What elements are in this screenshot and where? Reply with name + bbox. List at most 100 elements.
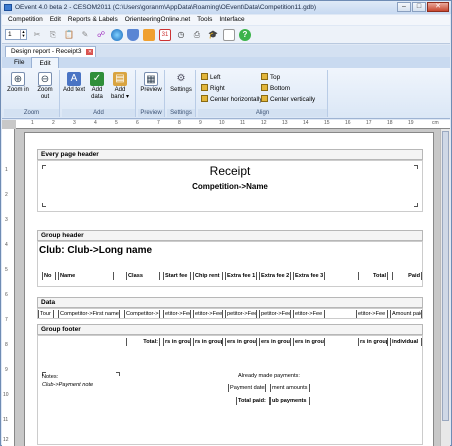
payment-amounts-field[interactable]: ment amounts — [270, 384, 310, 392]
scissors-icon[interactable]: ✂ — [31, 29, 43, 41]
zoom-out-button[interactable]: ⊖ Zoom out — [34, 72, 56, 101]
footer-total-label[interactable]: Total: — [126, 338, 160, 346]
club-name-field[interactable]: Club: Club->Long name — [39, 245, 152, 256]
add-band-button[interactable]: ▤ Add band ▾ — [109, 72, 131, 101]
menu-tools[interactable]: Tools — [197, 15, 212, 25]
col-extra-fee-3[interactable]: Extra fee 3 — [293, 272, 325, 280]
ribbon-tab-file[interactable]: File — [7, 57, 31, 68]
add-data-button[interactable]: ✓ Add data — [86, 72, 108, 101]
align-center-v-button[interactable]: Center vertically — [261, 95, 315, 104]
receipt-title[interactable]: Receipt — [38, 164, 422, 178]
band-every-page-header[interactable]: Every page header — [37, 149, 423, 160]
vertical-scrollbar[interactable] — [440, 129, 450, 446]
footer-sum-individual[interactable]: individual — [390, 338, 422, 346]
main-toolbar: 1 ▲ ▼ ✂ ⎘ 📋 ✎ ☍ 31 ◷ ⎙ 🎓 ? — [2, 26, 450, 44]
calendar-icon[interactable]: 31 — [159, 28, 171, 41]
payment-dates-field[interactable]: Payment dates — [228, 384, 266, 392]
menu-interface[interactable]: Interface — [219, 15, 244, 25]
col-paid[interactable]: Paid — [392, 272, 422, 280]
total-paid-label[interactable]: Total paid: — [236, 397, 270, 405]
data-field-amount-paid[interactable]: Amount paid — [390, 310, 422, 318]
col-extra-fee-1[interactable]: Extra fee 1 — [225, 272, 257, 280]
edit-icon[interactable]: ✎ — [79, 29, 91, 41]
help-icon[interactable]: ? — [239, 28, 251, 41]
col-name[interactable]: Name — [58, 272, 114, 280]
add-text-button[interactable]: A Add text — [63, 72, 85, 94]
menu-bar: Competition Edit Reports & Labels Orient… — [2, 15, 450, 25]
close-tab-icon[interactable]: ✕ — [86, 49, 94, 55]
zoom-in-button[interactable]: ⊕ Zoom in — [7, 72, 29, 94]
col-no[interactable]: No — [42, 272, 56, 280]
shield-icon[interactable] — [127, 28, 139, 41]
notes-field[interactable]: Club->Payment note — [42, 382, 93, 388]
data-field-start-fee[interactable]: etitor->Fee — [163, 310, 191, 318]
document-tabs: Design report - Receipt3 ✕ — [2, 45, 450, 57]
ribbon-tabs: File Edit — [2, 57, 450, 68]
align-left-button[interactable]: Left — [201, 73, 221, 82]
align-center-h-button[interactable]: Center horizontally — [201, 95, 263, 104]
document-icon[interactable] — [223, 28, 235, 41]
ribbon-tab-edit[interactable]: Edit — [31, 57, 59, 68]
menu-orienteeringonline[interactable]: OrienteeringOnline.net — [125, 15, 190, 25]
minimize-button[interactable]: – — [397, 2, 411, 12]
footer-sum-extra-1[interactable]: ers in group — [225, 338, 257, 346]
notes-label[interactable]: Notes: — [42, 374, 58, 380]
scroll-thumb[interactable] — [442, 131, 449, 421]
menu-edit[interactable]: Edit — [50, 15, 61, 25]
data-field-competitor[interactable]: Competitor-> — [124, 310, 160, 318]
preview-button[interactable]: ▦ Preview — [140, 72, 162, 94]
data-field-tour[interactable]: Tour — [38, 310, 54, 318]
align-top-button[interactable]: Top — [261, 73, 280, 82]
add-data-icon: ✓ — [90, 72, 104, 86]
footer-sum-chip-rent[interactable]: rs in group — [193, 338, 223, 346]
footer-sum-extra-2[interactable]: ers in group — [259, 338, 291, 346]
menu-reports-labels[interactable]: Reports & Labels — [68, 15, 118, 25]
network-icon[interactable]: ☍ — [95, 29, 107, 41]
settings-button[interactable]: ⚙ Settings — [170, 72, 192, 94]
band-group-footer[interactable]: Group footer — [37, 324, 423, 335]
data-field-extra-3[interactable]: etitor->Fee — [293, 310, 325, 318]
paste-icon[interactable]: 📋 — [63, 29, 75, 41]
already-paid-label[interactable]: Already made payments: — [238, 373, 300, 379]
copy-icon[interactable]: ⎘ — [47, 29, 59, 41]
add-band-icon: ▤ — [113, 72, 127, 86]
band-group-header[interactable]: Group header — [37, 230, 423, 241]
col-class[interactable]: Class — [126, 272, 160, 280]
chart-icon[interactable] — [143, 28, 155, 41]
footer-sum-start-fee[interactable]: rs in group — [163, 338, 191, 346]
close-button[interactable]: ✕ — [427, 2, 449, 12]
printer-icon[interactable]: ⎙ — [191, 29, 203, 41]
data-field-total[interactable]: etitor->Fee — [356, 310, 388, 318]
stage-spinner[interactable]: 1 ▲ ▼ — [5, 29, 27, 40]
data-field-chip-rent[interactable]: etitor->Fee — [193, 310, 223, 318]
col-extra-fee-2[interactable]: Extra fee 2 — [259, 272, 291, 280]
maximize-button[interactable]: □ — [412, 2, 426, 12]
settings-group: ⚙ Settings Settings — [167, 70, 196, 117]
group-footer-body: Total: rs in group rs in group ers in gr… — [37, 335, 423, 445]
align-group: Left Right Center horizontally Top Botto… — [198, 70, 328, 117]
zoom-in-icon: ⊕ — [11, 72, 25, 86]
col-total[interactable]: Total — [358, 272, 388, 280]
align-right-button[interactable]: Right — [201, 84, 225, 93]
competition-name-field[interactable]: Competition->Name — [38, 182, 422, 191]
app-logo-icon — [4, 4, 12, 11]
footer-sum-total[interactable]: rs in group — [358, 338, 388, 346]
data-field-first-name[interactable]: Competitor->First name + — [58, 310, 120, 318]
title-bar: OEvent 4.0 beta 2 - CESOM2011 (C:\Users\… — [1, 1, 451, 14]
footer-sum-extra-3[interactable]: ers in group — [293, 338, 325, 346]
align-bottom-icon — [261, 84, 268, 91]
add-group-label: Add — [62, 109, 135, 117]
data-field-extra-1[interactable]: petitor->Fee — [225, 310, 257, 318]
band-data[interactable]: Data — [37, 297, 423, 308]
club-payments-field[interactable]: ub payments — [270, 397, 310, 405]
clock-icon[interactable]: ◷ — [175, 29, 187, 41]
mortarboard-icon[interactable]: 🎓 — [207, 29, 219, 41]
data-field-extra-2[interactable]: petitor->Fee — [259, 310, 291, 318]
tab-design-report[interactable]: Design report - Receipt3 ✕ — [5, 46, 97, 57]
col-start-fee[interactable]: Start fee — [163, 272, 191, 280]
ribbon: ⊕ Zoom in ⊖ Zoom out Zoom A Add text ✓ A… — [2, 68, 450, 119]
align-bottom-button[interactable]: Bottom — [261, 84, 290, 93]
menu-competition[interactable]: Competition — [8, 15, 43, 25]
col-chip-rent[interactable]: Chip rent — [193, 272, 223, 280]
globe-icon[interactable] — [111, 28, 123, 41]
